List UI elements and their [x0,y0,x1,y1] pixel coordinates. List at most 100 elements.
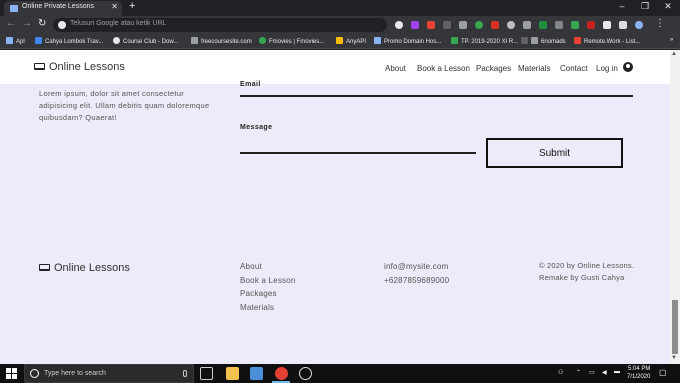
mail-icon[interactable] [250,367,263,380]
tab-close-icon[interactable]: ✕ [111,2,118,11]
extension-icon[interactable] [411,21,419,29]
browser-tab[interactable]: Online Private Lessons ✕ [4,1,122,16]
scroll-down-icon[interactable]: ▼ [671,355,677,361]
clock-time[interactable]: 5:04 PM [628,366,650,372]
footer-link-packages[interactable]: Packages [240,289,277,298]
footer-link-about[interactable]: About [240,262,262,271]
footer-link-materials[interactable]: Materials [240,303,274,312]
bookmark-label: Course Club - Dow... [123,39,179,45]
bookmark-label: Remote.Work - List... [584,39,641,45]
minimize-button[interactable]: – [613,1,631,11]
bookmark-item[interactable]: Remote.Work - List... [574,37,640,45]
site-brand[interactable]: Online Lessons [34,61,125,73]
footer-email[interactable]: info@mysite.com [384,262,448,271]
footer-brand[interactable]: Online Lessons [39,262,130,274]
extension-icon[interactable] [603,21,611,29]
bookmark-item[interactable]: Fmovies | Fmovies... [259,37,324,45]
extension-icon[interactable] [475,21,483,29]
extension-icon[interactable] [507,21,515,29]
footer-brand-label: Online Lessons [54,262,130,274]
taskbar-search[interactable]: Type here to search [24,364,194,383]
battery-icon[interactable]: ▬ [614,369,620,375]
site-navbar: Online Lessons About Book a Lesson Packa… [0,50,670,84]
notification-icon[interactable]: ▢ [659,368,667,377]
address-bar[interactable]: Telusuri Google atau ketik URL [53,18,387,32]
bookmark-label: Cahya Lombok Trav... [45,39,104,45]
bookmark-item[interactable]: Promo Domain Hos... [374,37,441,45]
bookmark-item[interactable] [521,37,531,45]
new-tab-button[interactable]: + [129,0,135,12]
bookmark-label: Apl [16,39,25,45]
scrollbar-thumb[interactable] [672,300,678,354]
bookmark-label: Fmovies | Fmovies... [269,39,325,45]
extension-icon[interactable] [555,21,563,29]
task-view-icon[interactable] [200,367,213,380]
extension-icon[interactable] [587,21,595,29]
nav-packages[interactable]: Packages [476,64,511,73]
bookmarks-overflow[interactable]: » [670,37,673,43]
brand-label: Online Lessons [49,61,125,73]
about-text: Lorem ipsum, dolor sit amet consectetur … [39,89,210,122]
extension-icon[interactable] [443,21,451,29]
bookmark-item[interactable]: 6nomads [531,37,566,45]
nav-book-a-lesson[interactable]: Book a Lesson [417,64,470,73]
windows-start-icon[interactable] [6,368,17,379]
obs-icon[interactable] [299,367,312,380]
footer-link-book-a-lesson[interactable]: Book a Lesson [240,276,296,285]
volume-icon[interactable]: ◀ [602,369,607,376]
bookmark-label: TP. 2019-2020 XI R... [461,39,519,45]
submit-button[interactable]: Submit [486,138,623,168]
extension-icon[interactable] [571,21,579,29]
bookmark-label: freecoursesite.com [201,39,252,45]
nav-login[interactable]: Log in [596,64,618,73]
nav-contact[interactable]: Contact [560,64,588,73]
people-icon[interactable]: ⚇ [558,369,563,376]
file-explorer-icon[interactable] [226,367,239,380]
email-field[interactable] [240,95,633,97]
microphone-icon[interactable] [183,370,187,377]
bookmark-label: 6nomads [541,39,566,45]
windows-taskbar: Type here to search ⚇ ⌃ ▭ ◀ ▬ 5:04 PM 7/… [0,364,680,383]
user-circle-icon[interactable] [623,62,633,72]
cortana-icon [30,369,39,378]
chrome-icon[interactable] [275,367,288,380]
tray-chevron-icon[interactable]: ⌃ [576,369,581,376]
extensions-puzzle-icon[interactable] [619,21,627,29]
extension-icon[interactable] [539,21,547,29]
forward-arrow-icon[interactable]: → [22,18,32,29]
network-icon[interactable]: ▭ [589,369,595,376]
footer-phone[interactable]: +6287859689000 [384,276,449,285]
clock-date[interactable]: 7/1/2020 [627,374,650,380]
reload-icon[interactable]: ↻ [38,18,46,29]
message-field[interactable] [240,152,476,154]
nav-materials[interactable]: Materials [518,64,550,73]
page-scrollbar[interactable]: ▲ ▼ [670,50,680,364]
extension-icon[interactable] [427,21,435,29]
extension-icon[interactable] [491,21,499,29]
google-icon [58,21,66,29]
extension-icon[interactable] [395,21,403,29]
tab-favicon-icon [10,5,18,12]
bookmark-item[interactable]: Apl [6,37,25,45]
laptop-icon [34,63,45,70]
bookmark-item[interactable]: freecoursesite.com [191,37,252,45]
extension-icon[interactable] [523,21,531,29]
close-window-button[interactable]: ✕ [659,1,677,12]
browser-toolbar: ← → ↻ Telusuri Google atau ketik URL ⋮ [0,16,680,34]
bookmarks-bar: Apl Cahya Lombok Trav... Course Club - D… [0,34,680,49]
footer-credit: Remake by Gusti Cahya [539,273,625,282]
menu-dots-icon[interactable]: ⋮ [655,18,665,29]
bookmark-item[interactable]: Cahya Lombok Trav... [35,37,103,45]
bookmark-item[interactable]: AnyAPI [336,37,366,45]
laptop-icon [39,264,50,271]
maximize-button[interactable]: ❐ [636,1,654,12]
bookmark-item[interactable]: Course Club - Dow... [113,37,178,45]
profile-avatar-icon[interactable] [635,21,643,29]
scroll-up-icon[interactable]: ▲ [671,51,677,57]
extension-icon[interactable] [459,21,467,29]
message-label: Message [240,124,273,131]
tab-strip: Online Private Lessons ✕ + – ❐ ✕ [0,0,680,16]
nav-about[interactable]: About [385,64,406,73]
back-arrow-icon[interactable]: ← [6,18,16,29]
bookmark-item[interactable]: TP. 2019-2020 XI R... [451,37,518,45]
